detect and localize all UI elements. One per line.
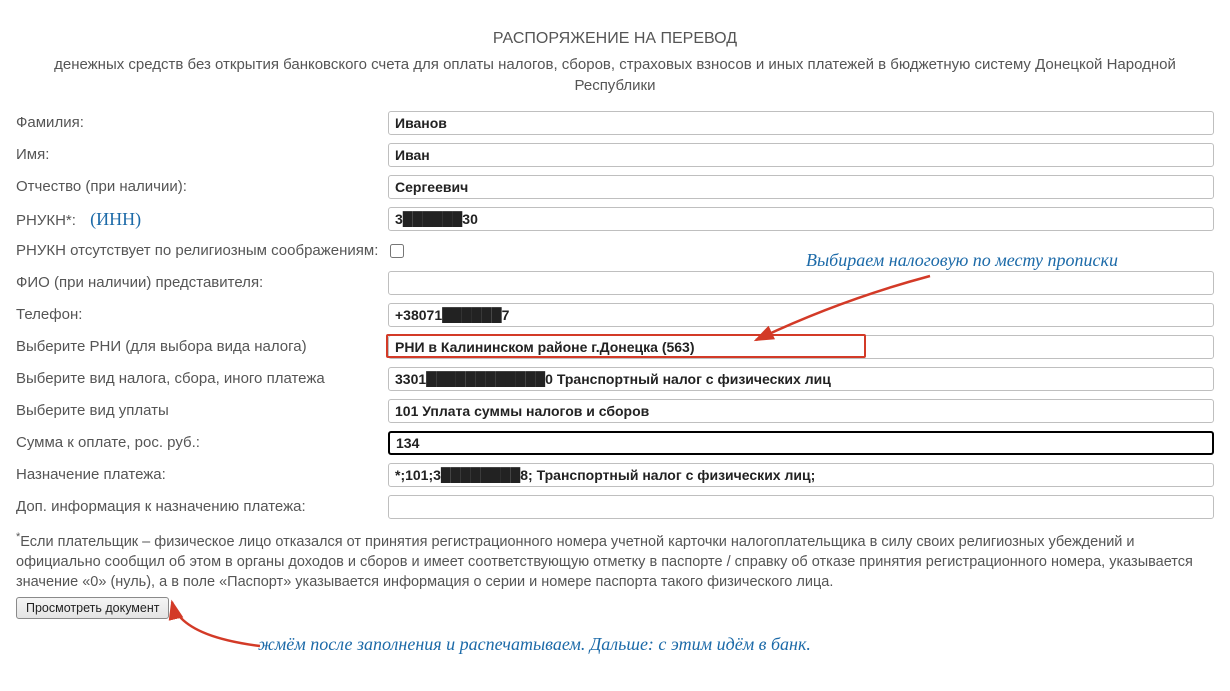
label-select-tax: Выберите вид налога, сбора, иного платеж… (16, 370, 388, 387)
purpose-input[interactable] (388, 463, 1214, 487)
label-lastname: Фамилия: (16, 114, 388, 131)
label-rnukn: РНУКН*: (ИНН) (16, 209, 388, 230)
label-select-rni: Выберите РНИ (для выбора вида налога) (16, 338, 388, 355)
label-extra-purpose: Доп. информация к назначению платежа: (16, 498, 388, 515)
page-title: РАСПОРЯЖЕНИЕ НА ПЕРЕВОД (16, 30, 1214, 48)
lastname-input[interactable] (388, 111, 1214, 135)
tax-select[interactable] (388, 367, 1214, 391)
extra-purpose-input[interactable] (388, 495, 1214, 519)
annotation-bottom: жмём после заполнения и распечатываем. Д… (258, 634, 811, 655)
label-rnukn-absent: РНУКН отсутствует по религиозным соображ… (16, 242, 388, 260)
label-phone: Телефон: (16, 306, 388, 323)
firstname-input[interactable] (388, 143, 1214, 167)
payment-select[interactable] (388, 399, 1214, 423)
rep-fio-input[interactable] (388, 271, 1214, 295)
footnote: *Если плательщик – физическое лицо отказ… (16, 530, 1214, 593)
label-rep-fio: ФИО (при наличии) представителя: (16, 274, 388, 291)
label-patronymic: Отчество (при наличии): (16, 178, 388, 195)
label-select-payment: Выберите вид уплаты (16, 402, 388, 419)
rnukn-absent-checkbox[interactable] (390, 244, 404, 258)
label-purpose: Назначение платежа: (16, 466, 388, 483)
rni-select[interactable] (388, 335, 1214, 359)
page-subtitle: денежных средств без открытия банковског… (16, 54, 1214, 96)
footnote-text: Если плательщик – физическое лицо отказа… (16, 534, 1193, 591)
amount-input[interactable] (388, 431, 1214, 455)
annotation-top: Выбираем налоговую по месту прописки (806, 250, 1118, 271)
phone-input[interactable] (388, 303, 1214, 327)
rnukn-label-text: РНУКН*: (16, 212, 76, 229)
inn-hint: (ИНН) (90, 209, 141, 229)
label-amount: Сумма к оплате, рос. руб.: (16, 434, 388, 451)
view-document-button[interactable]: Просмотреть документ (16, 597, 169, 619)
label-firstname: Имя: (16, 146, 388, 163)
rnukn-input[interactable] (388, 207, 1214, 231)
patronymic-input[interactable] (388, 175, 1214, 199)
